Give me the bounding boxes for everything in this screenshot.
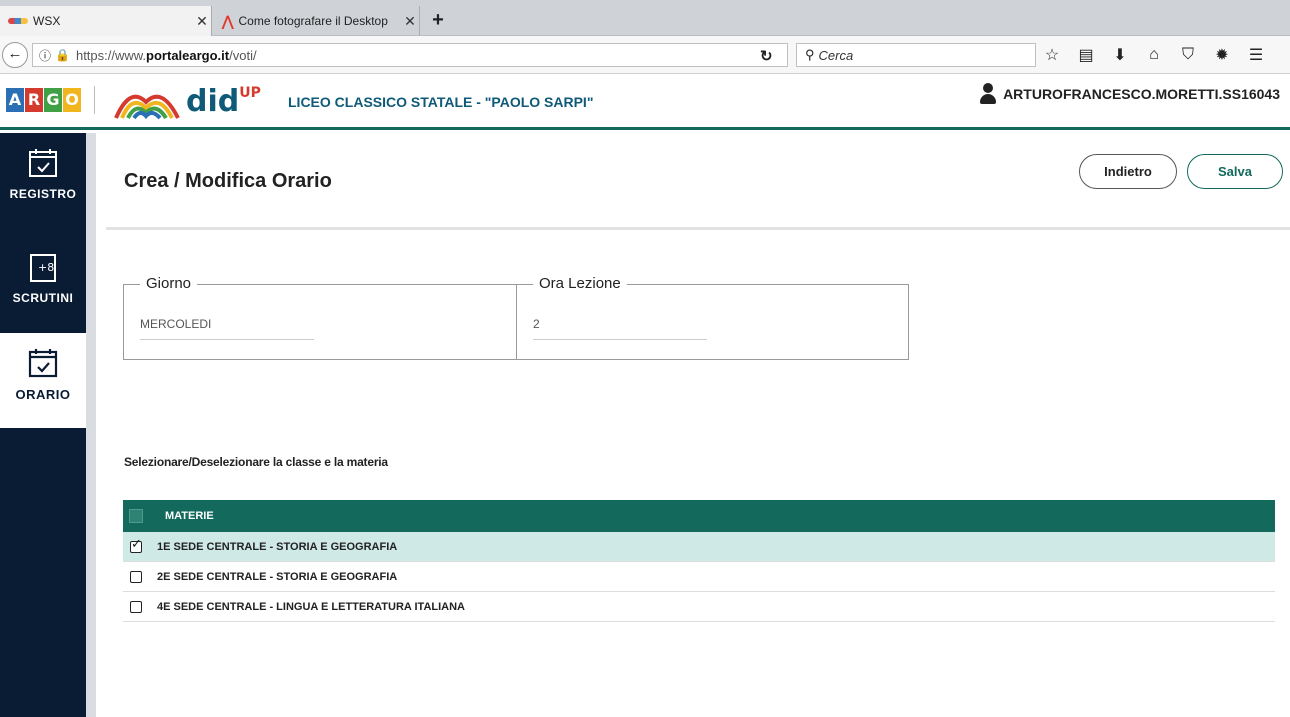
- giorno-fieldset: Giorno MERCOLEDI: [123, 275, 517, 360]
- row-text: 4E SEDE CENTRALE - LINGUA E LETTERATURA …: [157, 600, 465, 613]
- divider: [106, 227, 1290, 230]
- sidebar-item-label: REGISTRO: [9, 187, 77, 201]
- calendar-check-icon: [28, 349, 58, 378]
- tab-come-fotografare[interactable]: ⋀ Come fotografare il Desktop ✕: [214, 6, 420, 36]
- argo-letter: A: [6, 88, 24, 112]
- didup-text: did: [186, 84, 240, 119]
- row-text: 1E SEDE CENTRALE - STORIA E GEOGRAFIA: [157, 540, 398, 553]
- didup-rainbow-logo-icon: [114, 94, 180, 120]
- tab-wsx[interactable]: WSX ✕: [0, 6, 212, 36]
- ora-lezione-field[interactable]: 2: [533, 317, 707, 340]
- school-name: LICEO CLASSICO STATALE - "PAOLO SARPI": [288, 94, 594, 110]
- ora-lezione-label: Ora Lezione: [533, 275, 627, 292]
- sidebar-item-label: ORARIO: [15, 387, 71, 402]
- reload-icon[interactable]: ↻: [760, 47, 773, 65]
- browser-navbar: ← ⓘ 🔒 https://www. portaleargo.it/voti/ ↻…: [0, 36, 1290, 74]
- table-header: MATERIE: [123, 500, 1275, 532]
- save-button[interactable]: Salva: [1187, 154, 1283, 189]
- table-row[interactable]: 4E SEDE CENTRALE - LINGUA E LETTERATURA …: [123, 592, 1275, 622]
- argo-letter: G: [44, 88, 62, 112]
- sidebar: REGISTRO +8 SCRUTINI ORARIO: [0, 133, 96, 717]
- close-tab-icon[interactable]: ✕: [401, 13, 419, 30]
- app-header: A R G O didUP LICEO CLASSICO STATALE - "…: [0, 74, 1290, 130]
- url-prefix: https://www.: [75, 47, 147, 63]
- header-divider: [94, 86, 95, 114]
- browser-tab-bar: WSX ✕ ⋀ Come fotografare il Desktop ✕ +: [0, 0, 1290, 36]
- toolbar-icons: ☆ ▤ ⬇ ⌂ ⛉ ✹ ☰: [1044, 44, 1264, 66]
- argo-letter: O: [63, 88, 81, 112]
- ora-lezione-fieldset: Ora Lezione 2: [516, 275, 909, 360]
- back-button[interactable]: Indietro: [1079, 154, 1177, 189]
- page-title: Crea / Modifica Orario: [124, 170, 332, 192]
- address-bar[interactable]: ⓘ 🔒 https://www. portaleargo.it/voti/: [32, 43, 788, 67]
- calendar-check-icon: [29, 149, 57, 177]
- user-menu[interactable]: ARTUROFRANCESCO.MORETTI.SS16043: [979, 83, 1280, 105]
- url-host: portaleargo.it: [146, 47, 230, 63]
- scrutini-icon: +8: [30, 254, 56, 282]
- home-icon[interactable]: ⌂: [1146, 46, 1162, 64]
- sidebar-item-registro[interactable]: REGISTRO: [0, 133, 86, 233]
- wsx-favicon-icon: [8, 18, 28, 24]
- new-tab-button[interactable]: +: [426, 9, 450, 32]
- info-icon[interactable]: ⓘ: [39, 47, 51, 64]
- app-window: WSX ✕ ⋀ Come fotografare il Desktop ✕ + …: [0, 0, 1290, 717]
- bookmark-star-icon[interactable]: ☆: [1044, 45, 1060, 65]
- lock-icon: 🔒: [55, 48, 70, 62]
- didup-sup: UP: [239, 85, 261, 101]
- sidebar-item-scrutini[interactable]: +8 SCRUTINI: [0, 237, 86, 337]
- row-checkbox[interactable]: [130, 537, 142, 553]
- svg-text:+8: +8: [38, 261, 54, 274]
- argo-logo: A R G O: [6, 88, 81, 112]
- table-row[interactable]: 2E SEDE CENTRALE - STORIA E GEOGRAFIA: [123, 562, 1275, 592]
- pocket-icon[interactable]: ⛉: [1180, 46, 1196, 64]
- tab-title: WSX: [33, 14, 61, 28]
- sidebar-item-orario[interactable]: ORARIO: [0, 333, 86, 428]
- materie-table: MATERIE 1E SEDE CENTRALE - STORIA E GEOG…: [123, 500, 1275, 622]
- row-text: 2E SEDE CENTRALE - STORIA E GEOGRAFIA: [157, 570, 398, 583]
- reading-list-icon[interactable]: ▤: [1078, 45, 1094, 65]
- table-row[interactable]: 1E SEDE CENTRALE - STORIA E GEOGRAFIA: [123, 532, 1275, 562]
- username: ARTUROFRANCESCO.MORETTI.SS16043: [1003, 86, 1280, 102]
- back-button[interactable]: ←: [2, 42, 28, 68]
- user-icon: [979, 83, 997, 105]
- row-checkbox[interactable]: [130, 570, 142, 583]
- column-header-materie: MATERIE: [165, 510, 214, 522]
- close-tab-icon[interactable]: ✕: [193, 13, 211, 30]
- search-icon: ⚲: [805, 47, 815, 62]
- menu-icon[interactable]: ☰: [1248, 45, 1264, 65]
- row-checkbox[interactable]: [130, 600, 142, 613]
- url-path: /voti/: [229, 47, 257, 63]
- didup-logo: didUP: [186, 84, 261, 119]
- tab-title: Come fotografare il Desktop: [238, 14, 388, 28]
- search-placeholder: Cerca: [818, 47, 854, 63]
- download-icon[interactable]: ⬇: [1112, 45, 1128, 65]
- giorno-field[interactable]: MERCOLEDI: [140, 317, 314, 340]
- search-input[interactable]: ⚲ Cerca: [796, 43, 1036, 67]
- select-all-checkbox[interactable]: [129, 509, 143, 523]
- acrobat-favicon-icon: ⋀: [222, 12, 234, 29]
- sidebar-item-label: SCRUTINI: [12, 291, 74, 305]
- argo-letter: R: [25, 88, 43, 112]
- giorno-label: Giorno: [140, 275, 198, 292]
- selection-hint: Selezionare/Deselezionare la classe e la…: [124, 455, 388, 469]
- extension-icon[interactable]: ✹: [1214, 45, 1230, 65]
